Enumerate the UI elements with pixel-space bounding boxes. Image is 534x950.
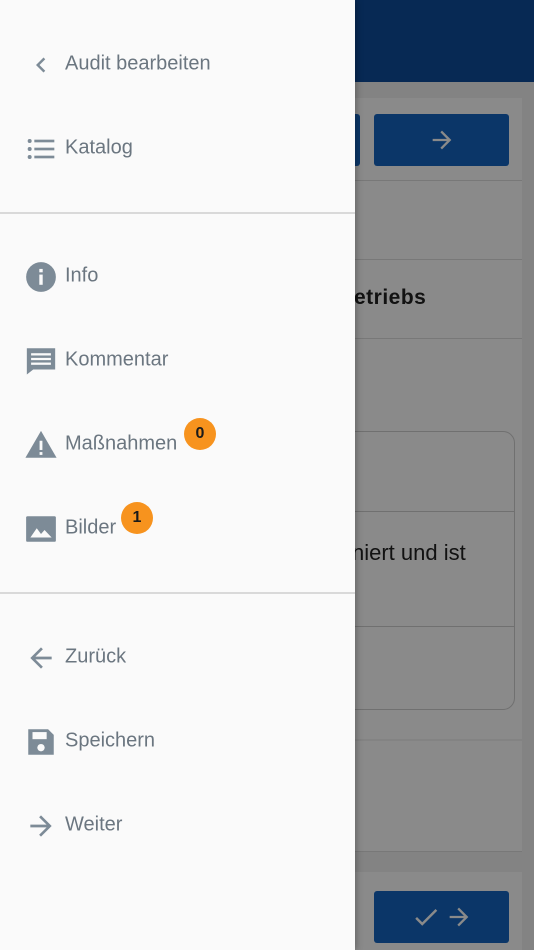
drawer-divider	[0, 212, 355, 214]
menu-item-speichern[interactable]: Speichern	[0, 711, 355, 771]
menu-item-kommentar[interactable]: Kommentar	[0, 330, 355, 390]
arrow-left-icon	[24, 641, 58, 675]
menu-item-label: Katalog	[65, 136, 133, 159]
menu-item-bilder[interactable]: Bilder 1	[0, 498, 355, 558]
image-icon	[24, 512, 58, 546]
count-badge: 0	[184, 418, 216, 450]
save-icon	[24, 725, 58, 759]
comment-icon	[24, 344, 58, 378]
menu-item-zurueck[interactable]: Zurück	[0, 627, 355, 687]
list-icon	[24, 132, 58, 166]
menu-item-massnahmen[interactable]: Maßnahmen 0	[0, 414, 355, 474]
menu-item-label: Zurück	[65, 645, 127, 668]
menu-item-label: Weiter	[65, 813, 123, 836]
count-badge: 1	[121, 502, 153, 534]
menu-item-label: Audit bearbeiten	[65, 52, 211, 75]
menu-item-info[interactable]: Info	[0, 246, 355, 306]
menu-item-audit-bearbeiten[interactable]: Audit bearbeiten	[0, 34, 355, 94]
navigation-drawer: Audit bearbeiten Katalog Info Kommentar …	[0, 0, 355, 950]
warning-icon	[24, 428, 58, 462]
arrow-right-icon	[24, 809, 58, 843]
menu-item-katalog[interactable]: Katalog	[0, 118, 355, 178]
menu-item-label: Maßnahmen	[65, 432, 178, 455]
menu-item-label: Bilder	[65, 516, 117, 539]
menu-item-label: Kommentar	[65, 348, 169, 371]
drawer-divider	[0, 592, 355, 594]
info-icon	[24, 260, 58, 294]
menu-item-weiter[interactable]: Weiter	[0, 795, 355, 855]
chevron-left-icon	[24, 48, 58, 82]
menu-item-label: Speichern	[65, 729, 156, 752]
menu-item-label: Info	[65, 264, 99, 287]
